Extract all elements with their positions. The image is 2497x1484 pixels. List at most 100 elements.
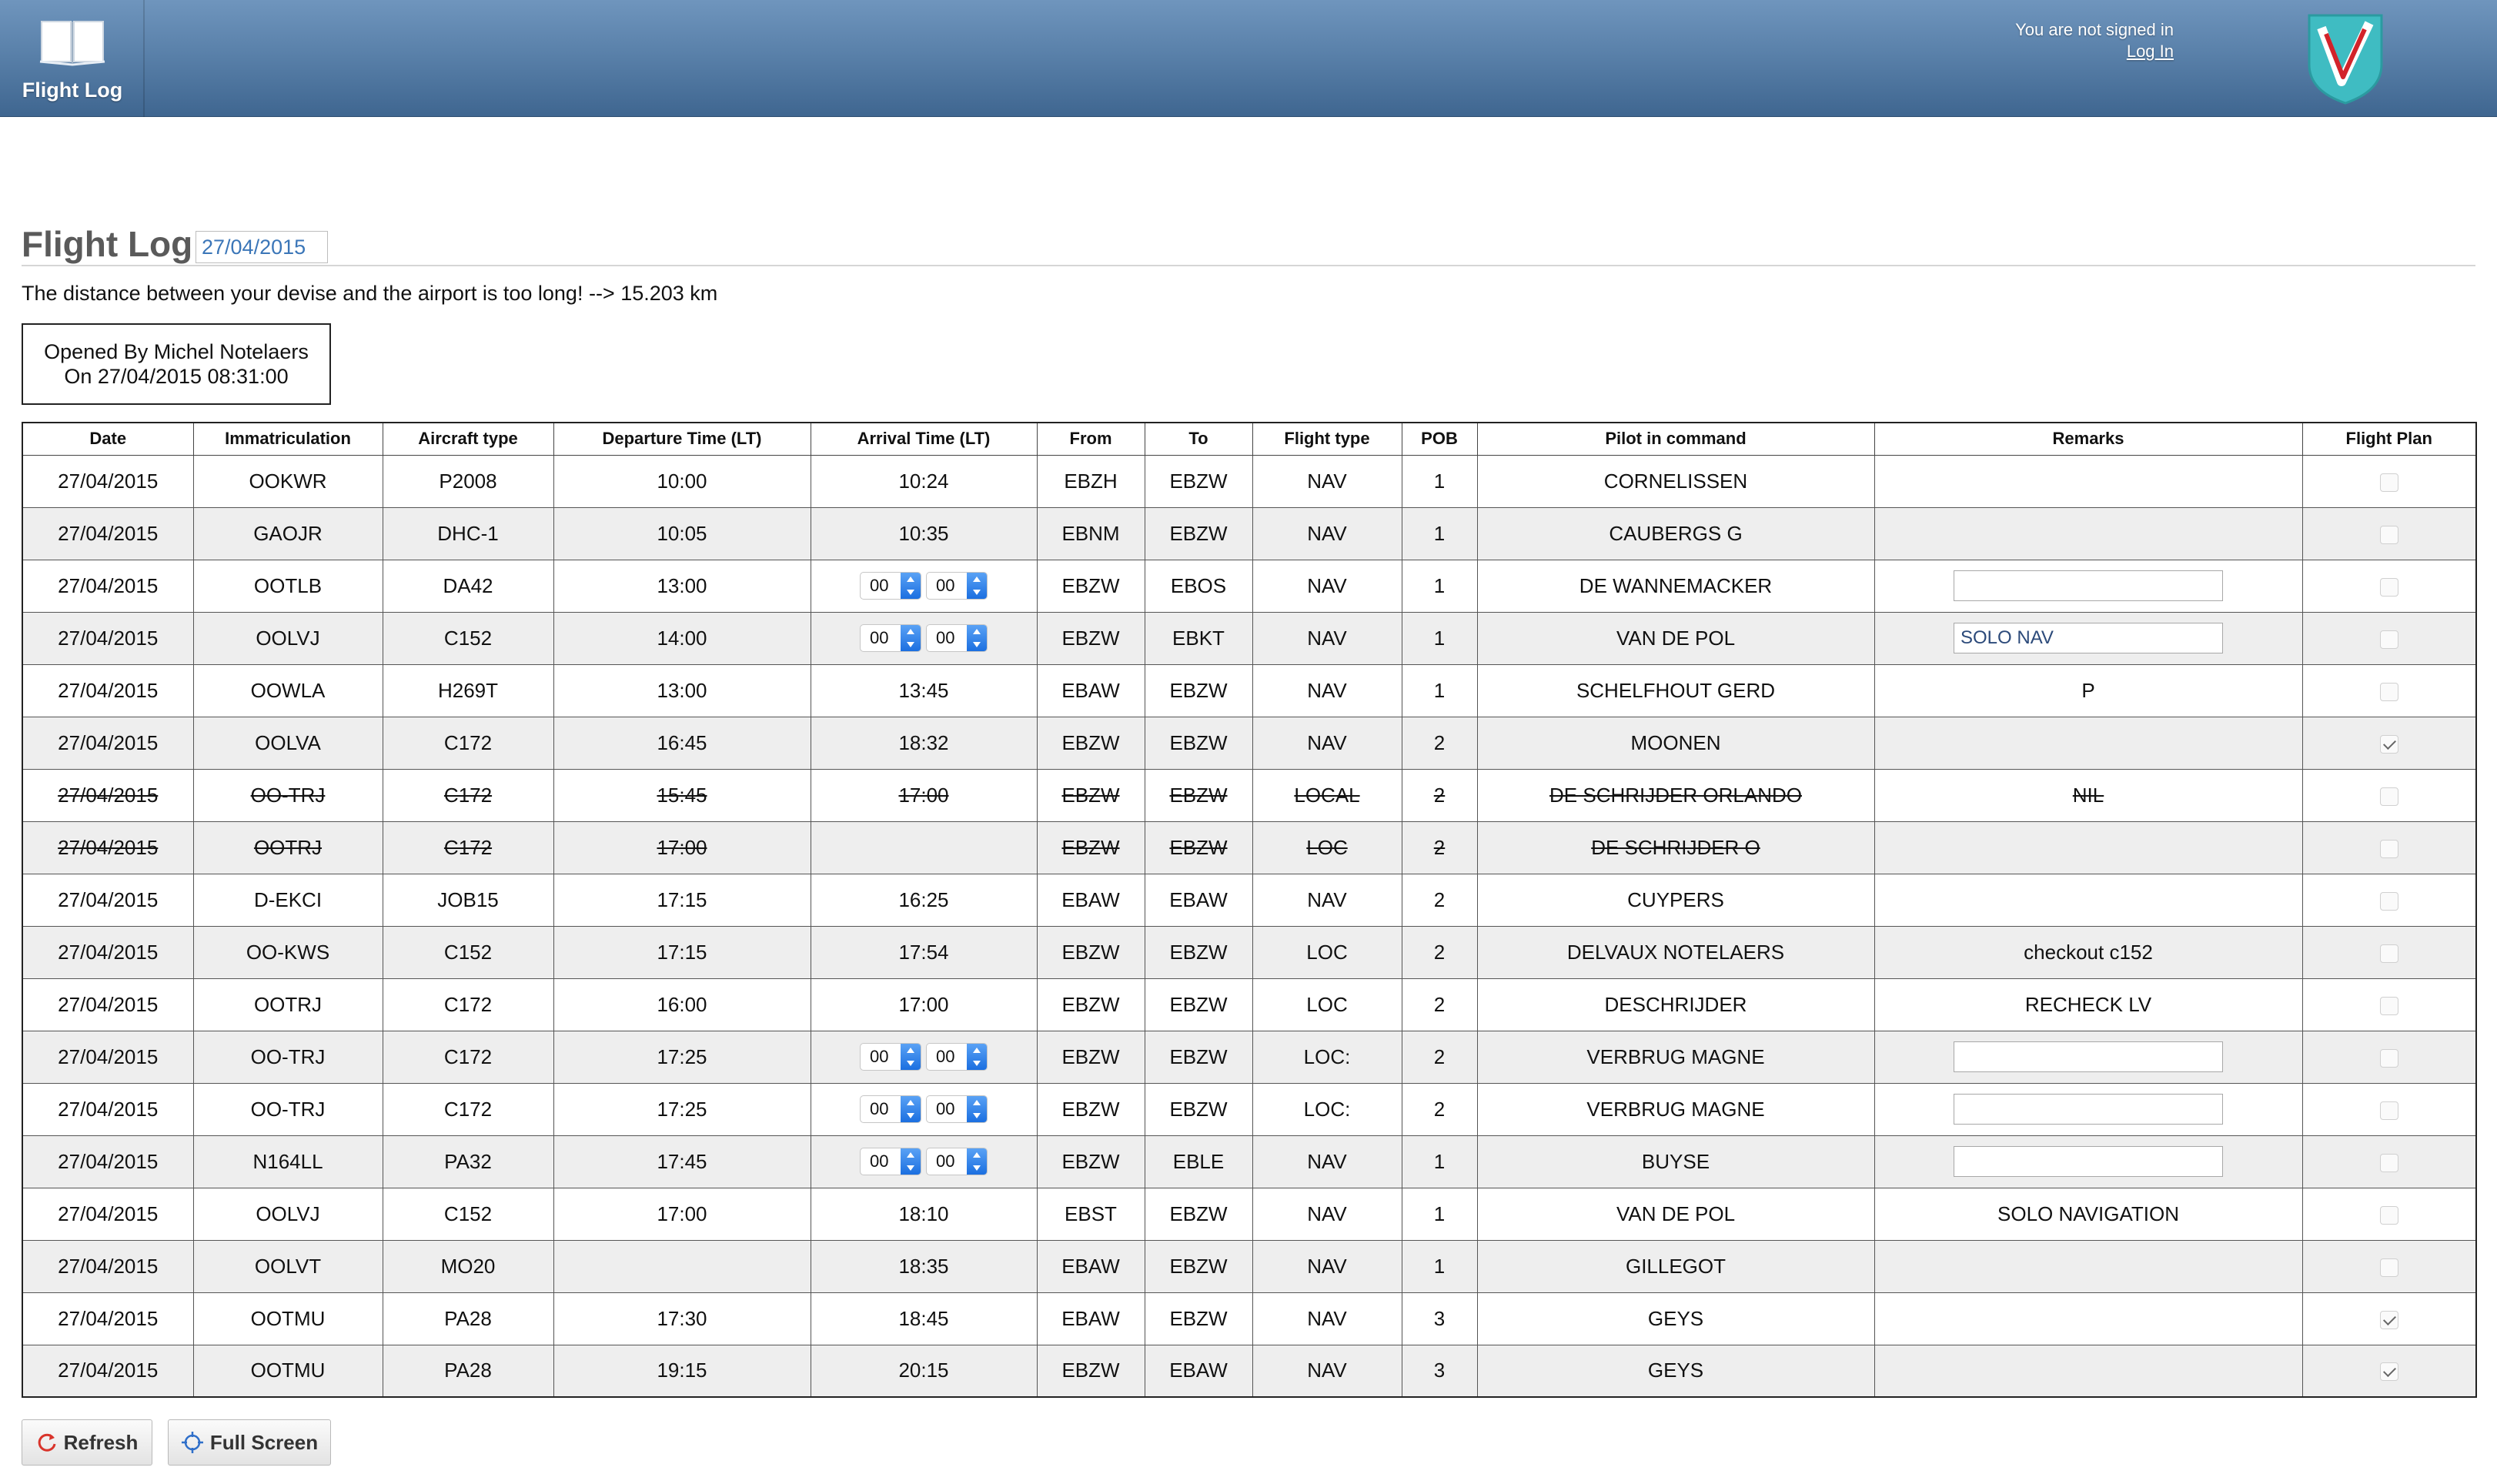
arrival-minute-stepper[interactable]: 00 bbox=[926, 624, 988, 652]
stepper-arrows-icon[interactable] bbox=[967, 573, 987, 599]
flight-plan-checkbox[interactable] bbox=[2379, 577, 2398, 597]
flight-type-cell: NAV bbox=[1252, 506, 1402, 560]
arrival-hour-stepper[interactable]: 00 bbox=[860, 624, 921, 652]
from-cell: EBZW bbox=[1036, 1344, 1145, 1398]
to-cell: EBKT bbox=[1144, 611, 1253, 665]
table-row[interactable]: 27/04/2015 OOLVT MO20 18:35 EBAW EBZW NAV 1 GILL… bbox=[22, 1239, 2477, 1293]
stepper-arrows-icon[interactable] bbox=[901, 573, 921, 599]
arrival-minute-stepper[interactable]: 00 bbox=[926, 572, 988, 600]
aircraft-type-cell: JOB15 bbox=[382, 873, 554, 927]
table-row[interactable]: 27/04/2015 OOLVA C172 16:45 18:32 EBZW EBZW NAV… bbox=[22, 716, 2477, 770]
arrival-hour-stepper[interactable]: 00 bbox=[860, 572, 921, 600]
table-row[interactable]: 27/04/2015 D-EKCI JOB15 17:15 16:25 EBAW EBAW N… bbox=[22, 873, 2477, 927]
flight-plan-checkbox[interactable] bbox=[2379, 525, 2398, 544]
distance-warning: The distance between your devise and the… bbox=[22, 282, 718, 305]
arrival-minute-stepper[interactable]: 00 bbox=[926, 1095, 988, 1123]
flight-plan-checkbox[interactable] bbox=[2379, 1310, 2398, 1329]
table-row[interactable]: 27/04/2015 OO-TRJ C172 17:25 00 00 EBZW EBZW LOC… bbox=[22, 1082, 2477, 1136]
column-header-pob: POB bbox=[1401, 422, 1478, 456]
table-row-cancelled[interactable]: 27/04/2015 OO-TRJ C172 15:45 17:00 EBZW EBZW LO… bbox=[22, 768, 2477, 822]
flight-plan-checkbox[interactable] bbox=[2379, 1362, 2398, 1382]
flight-plan-checkbox[interactable] bbox=[2379, 1101, 2398, 1120]
arrival-minute-stepper-value: 00 bbox=[936, 576, 955, 595]
stepper-arrows-icon[interactable] bbox=[967, 1096, 987, 1122]
stepper-arrows-icon[interactable] bbox=[901, 1096, 921, 1122]
to-cell: EBZW bbox=[1144, 454, 1253, 508]
log-date-input[interactable] bbox=[196, 231, 328, 263]
remarks-input[interactable] bbox=[1954, 1094, 2223, 1125]
departure-time-cell: 17:45 bbox=[553, 1135, 811, 1188]
aircraft-type-cell: C152 bbox=[382, 1187, 554, 1241]
remarks-input[interactable] bbox=[1954, 623, 2223, 653]
arrival-hour-stepper[interactable]: 00 bbox=[860, 1095, 921, 1123]
pob-cell: 1 bbox=[1401, 611, 1478, 665]
table-row[interactable]: 27/04/2015 OOTMU PA28 19:15 20:15 EBZW EBAW NAV… bbox=[22, 1344, 2477, 1398]
arrival-hour-stepper-value: 00 bbox=[870, 1099, 889, 1118]
fullscreen-label: Full Screen bbox=[209, 1430, 319, 1454]
arrival-time-cell: 18:10 bbox=[810, 1187, 1038, 1241]
table-row[interactable]: 27/04/2015 OOWLA H269T 13:00 13:45 EBAW EBZW NA… bbox=[22, 663, 2477, 717]
table-row[interactable]: 27/04/2015 OOTMU PA28 17:30 18:45 EBAW EBZW NAV… bbox=[22, 1292, 2477, 1345]
flight-plan-checkbox[interactable] bbox=[2379, 1153, 2398, 1172]
stepper-arrows-icon[interactable] bbox=[901, 1148, 921, 1175]
flight-plan-checkbox[interactable] bbox=[2379, 1048, 2398, 1068]
table-row[interactable]: 27/04/2015 OOKWR P2008 10:00 10:24 EBZH EBZW NA… bbox=[22, 454, 2477, 508]
remarks-cell: NIL bbox=[1874, 768, 2303, 822]
arrival-minute-stepper-value: 00 bbox=[936, 1151, 955, 1171]
flight-plan-cell bbox=[2301, 716, 2477, 770]
flight-plan-cell bbox=[2301, 925, 2477, 979]
flight-plan-checkbox[interactable] bbox=[2379, 734, 2398, 754]
stepper-arrows-icon[interactable] bbox=[967, 1148, 987, 1175]
remarks-input[interactable] bbox=[1954, 1146, 2223, 1177]
flight-plan-checkbox[interactable] bbox=[2379, 996, 2398, 1015]
stepper-arrows-icon[interactable] bbox=[967, 625, 987, 651]
table-row[interactable]: 27/04/2015 OOTRJ C172 16:00 17:00 EBZW EBZW LOC… bbox=[22, 978, 2477, 1031]
flight-plan-checkbox[interactable] bbox=[2379, 473, 2398, 492]
flight-plan-checkbox[interactable] bbox=[2379, 787, 2398, 806]
flight-plan-checkbox[interactable] bbox=[2379, 1258, 2398, 1277]
flight-plan-checkbox[interactable] bbox=[2379, 839, 2398, 858]
table-row-cancelled[interactable]: 27/04/2015 OOTRJ C172 17:00 EBZW EBZW LOC 2 DE S… bbox=[22, 821, 2477, 874]
from-cell: EBZW bbox=[1036, 768, 1145, 822]
refresh-button[interactable]: Refresh bbox=[22, 1419, 152, 1466]
flight-plan-checkbox[interactable] bbox=[2379, 891, 2398, 911]
title-divider bbox=[22, 265, 2475, 266]
login-link[interactable]: Log In bbox=[2127, 42, 2174, 61]
table-header-row: Date Immatriculation Aircraft type Departur… bbox=[22, 422, 2477, 456]
flight-plan-checkbox[interactable] bbox=[2379, 944, 2398, 963]
departure-time-cell: 13:00 bbox=[553, 663, 811, 717]
departure-time-cell bbox=[553, 1239, 811, 1293]
flight-plan-checkbox[interactable] bbox=[2379, 630, 2398, 649]
flight-type-cell: LOC bbox=[1252, 978, 1402, 1031]
column-header-remarks: Remarks bbox=[1874, 422, 2303, 456]
pob-cell: 2 bbox=[1401, 978, 1478, 1031]
remarks-cell bbox=[1874, 506, 2303, 560]
full-screen-button[interactable]: Full Screen bbox=[168, 1419, 331, 1466]
remarks-input[interactable] bbox=[1954, 570, 2223, 601]
flight-plan-checkbox[interactable] bbox=[2379, 1205, 2398, 1225]
departure-time-cell: 10:05 bbox=[553, 506, 811, 560]
immatriculation-cell: OOTMU bbox=[192, 1344, 383, 1398]
arrival-hour-stepper[interactable]: 00 bbox=[860, 1043, 921, 1071]
date-cell: 27/04/2015 bbox=[22, 454, 194, 508]
pilot-in-command-cell: VAN DE POL bbox=[1476, 1187, 1875, 1241]
arrival-hour-stepper[interactable]: 00 bbox=[860, 1148, 921, 1175]
flight-plan-checkbox[interactable] bbox=[2379, 682, 2398, 701]
table-row[interactable]: 27/04/2015 OOLVJ C152 17:00 18:10 EBST EBZW NAV… bbox=[22, 1187, 2477, 1241]
stepper-arrows-icon[interactable] bbox=[967, 1044, 987, 1070]
table-row[interactable]: 27/04/2015 OOTLB DA42 13:00 00 00 EBZW EBOS NAV 1… bbox=[22, 559, 2477, 613]
table-row[interactable]: 27/04/2015 OOLVJ C152 14:00 00 00 EBZW EBKT NAV 1… bbox=[22, 611, 2477, 665]
flight-type-cell: NAV bbox=[1252, 1135, 1402, 1188]
stepper-arrows-icon[interactable] bbox=[901, 1044, 921, 1070]
arrival-minute-stepper[interactable]: 00 bbox=[926, 1148, 988, 1175]
table-row[interactable]: 27/04/2015 N164LL PA32 17:45 00 00 EBZW EBLE NAV… bbox=[22, 1135, 2477, 1188]
stepper-arrows-icon[interactable] bbox=[901, 625, 921, 651]
table-row[interactable]: 27/04/2015 OO-KWS C152 17:15 17:54 EBZW EBZW LO… bbox=[22, 925, 2477, 979]
remarks-input[interactable] bbox=[1954, 1041, 2223, 1072]
flight-log-nav-tile[interactable]: Flight Log bbox=[0, 0, 145, 117]
table-row[interactable]: 27/04/2015 GAOJR DHC-1 10:05 10:35 EBNM EBZW NA… bbox=[22, 506, 2477, 560]
arrival-minute-stepper[interactable]: 00 bbox=[926, 1043, 988, 1071]
immatriculation-cell: D-EKCI bbox=[192, 873, 383, 927]
remarks-editor bbox=[1874, 1082, 2303, 1136]
table-row[interactable]: 27/04/2015 OO-TRJ C172 17:25 00 00 EBZW EBZW LOC… bbox=[22, 1030, 2477, 1084]
